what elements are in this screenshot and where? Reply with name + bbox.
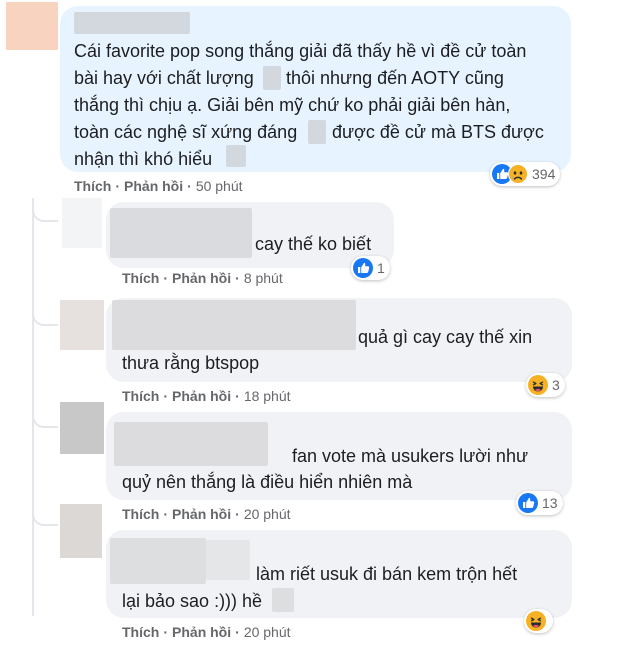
comment-text-line: thắng thì chịu ạ. Giải bên mỹ chứ ko phả… bbox=[74, 95, 511, 115]
thread-connector bbox=[32, 304, 58, 326]
comment-actions: Thích · Phản hồi · 18 phút bbox=[122, 388, 291, 404]
reply-link[interactable]: Phản hồi bbox=[172, 624, 231, 640]
redacted-emoji bbox=[226, 145, 246, 167]
comment-text-line: thưa rằng btspop bbox=[122, 353, 260, 373]
like-link[interactable]: Thích bbox=[122, 624, 159, 640]
like-link[interactable]: Thích bbox=[122, 506, 159, 522]
reaction-count: 1 bbox=[377, 260, 385, 276]
reaction-summary[interactable]: 1 bbox=[351, 256, 390, 280]
sad-icon bbox=[508, 164, 528, 184]
comment-text-line: được đề cử mà BTS được bbox=[332, 122, 544, 142]
separator-dot: · bbox=[115, 178, 121, 194]
avatar[interactable] bbox=[60, 300, 104, 350]
avatar[interactable] bbox=[62, 198, 102, 248]
comment-time[interactable]: 20 phút bbox=[244, 624, 291, 640]
separator-dot: · bbox=[163, 624, 169, 640]
comment-text-line: thôi nhưng đến AOTY cũng bbox=[286, 68, 504, 88]
thread-connector bbox=[32, 200, 58, 222]
redacted-author-name bbox=[74, 12, 190, 34]
separator-dot: · bbox=[163, 506, 169, 522]
comment-text-line: toàn các nghệ sĩ xứng đáng bbox=[74, 122, 298, 142]
separator-dot: · bbox=[235, 624, 240, 640]
separator-dot: · bbox=[235, 506, 240, 522]
reply-link[interactable]: Phản hồi bbox=[172, 270, 231, 286]
reaction-count: 13 bbox=[542, 495, 558, 511]
comment-actions: Thích · Phản hồi · 20 phút bbox=[122, 506, 291, 522]
redacted-emoji bbox=[272, 588, 294, 612]
redacted-author-name bbox=[110, 538, 206, 584]
comment-time[interactable]: 8 phút bbox=[244, 270, 283, 286]
comment-text-line: quỷ nên thắng là điều hiển nhiên mà bbox=[122, 472, 413, 492]
redacted-emoji bbox=[263, 66, 281, 90]
comment-text-line: làm riết usuk đi bán kem trộn hết bbox=[256, 564, 518, 584]
comment-text-line: fan vote mà usukers lười như bbox=[292, 446, 529, 466]
separator-dot: · bbox=[187, 178, 192, 194]
haha-icon bbox=[526, 611, 546, 631]
separator-dot: · bbox=[235, 270, 240, 286]
like-icon bbox=[353, 258, 373, 278]
reply-link[interactable]: Phản hồi bbox=[172, 388, 231, 404]
separator-dot: · bbox=[235, 388, 240, 404]
reaction-summary[interactable]: 394 bbox=[490, 162, 561, 186]
comment-time[interactable]: 18 phút bbox=[244, 388, 291, 404]
like-link[interactable]: Thích bbox=[122, 388, 159, 404]
reaction-summary[interactable]: 13 bbox=[516, 491, 563, 515]
redacted-author-name bbox=[112, 300, 356, 350]
haha-icon bbox=[528, 375, 548, 395]
avatar[interactable] bbox=[60, 504, 102, 558]
like-link[interactable]: Thích bbox=[74, 178, 111, 194]
comment-time[interactable]: 50 phút bbox=[196, 178, 243, 194]
redacted-author-name bbox=[206, 540, 250, 580]
redacted-author-name bbox=[110, 208, 252, 258]
separator-dot: · bbox=[163, 388, 169, 404]
reaction-summary[interactable]: 3 bbox=[526, 373, 565, 397]
comment-text-line: Cái favorite pop song thắng giải đã thấy… bbox=[74, 41, 527, 61]
thread-connector bbox=[32, 504, 58, 526]
comment-text-line: cay thế ko biết bbox=[255, 234, 372, 254]
separator-dot: · bbox=[163, 270, 169, 286]
comment-text-line: quả gì cay cay thế xin bbox=[358, 327, 533, 347]
comment-time[interactable]: 20 phút bbox=[244, 506, 291, 522]
reply-link[interactable]: Phản hồi bbox=[124, 178, 183, 194]
comment-text-line: lại bảo sao :))) hề bbox=[122, 591, 263, 611]
like-link[interactable]: Thích bbox=[122, 270, 159, 286]
comment-actions: Thích · Phản hồi · 20 phút bbox=[122, 624, 291, 640]
avatar[interactable] bbox=[6, 2, 58, 50]
thread-connector bbox=[32, 406, 58, 428]
avatar[interactable] bbox=[60, 402, 104, 454]
comment-actions: Thích · Phản hồi · 50 phút bbox=[74, 178, 243, 194]
comment-text-line: nhận thì khó hiểu bbox=[74, 149, 213, 169]
comment-text-line: bài hay với chất lượng bbox=[74, 68, 254, 88]
reaction-summary[interactable] bbox=[524, 609, 553, 633]
reply-link[interactable]: Phản hồi bbox=[172, 506, 231, 522]
reaction-count: 394 bbox=[532, 166, 556, 182]
comment-actions: Thích · Phản hồi · 8 phút bbox=[122, 270, 283, 286]
redacted-emoji bbox=[308, 120, 326, 144]
like-icon bbox=[518, 493, 538, 513]
reaction-count: 3 bbox=[552, 377, 560, 393]
redacted-author-name bbox=[114, 422, 268, 466]
